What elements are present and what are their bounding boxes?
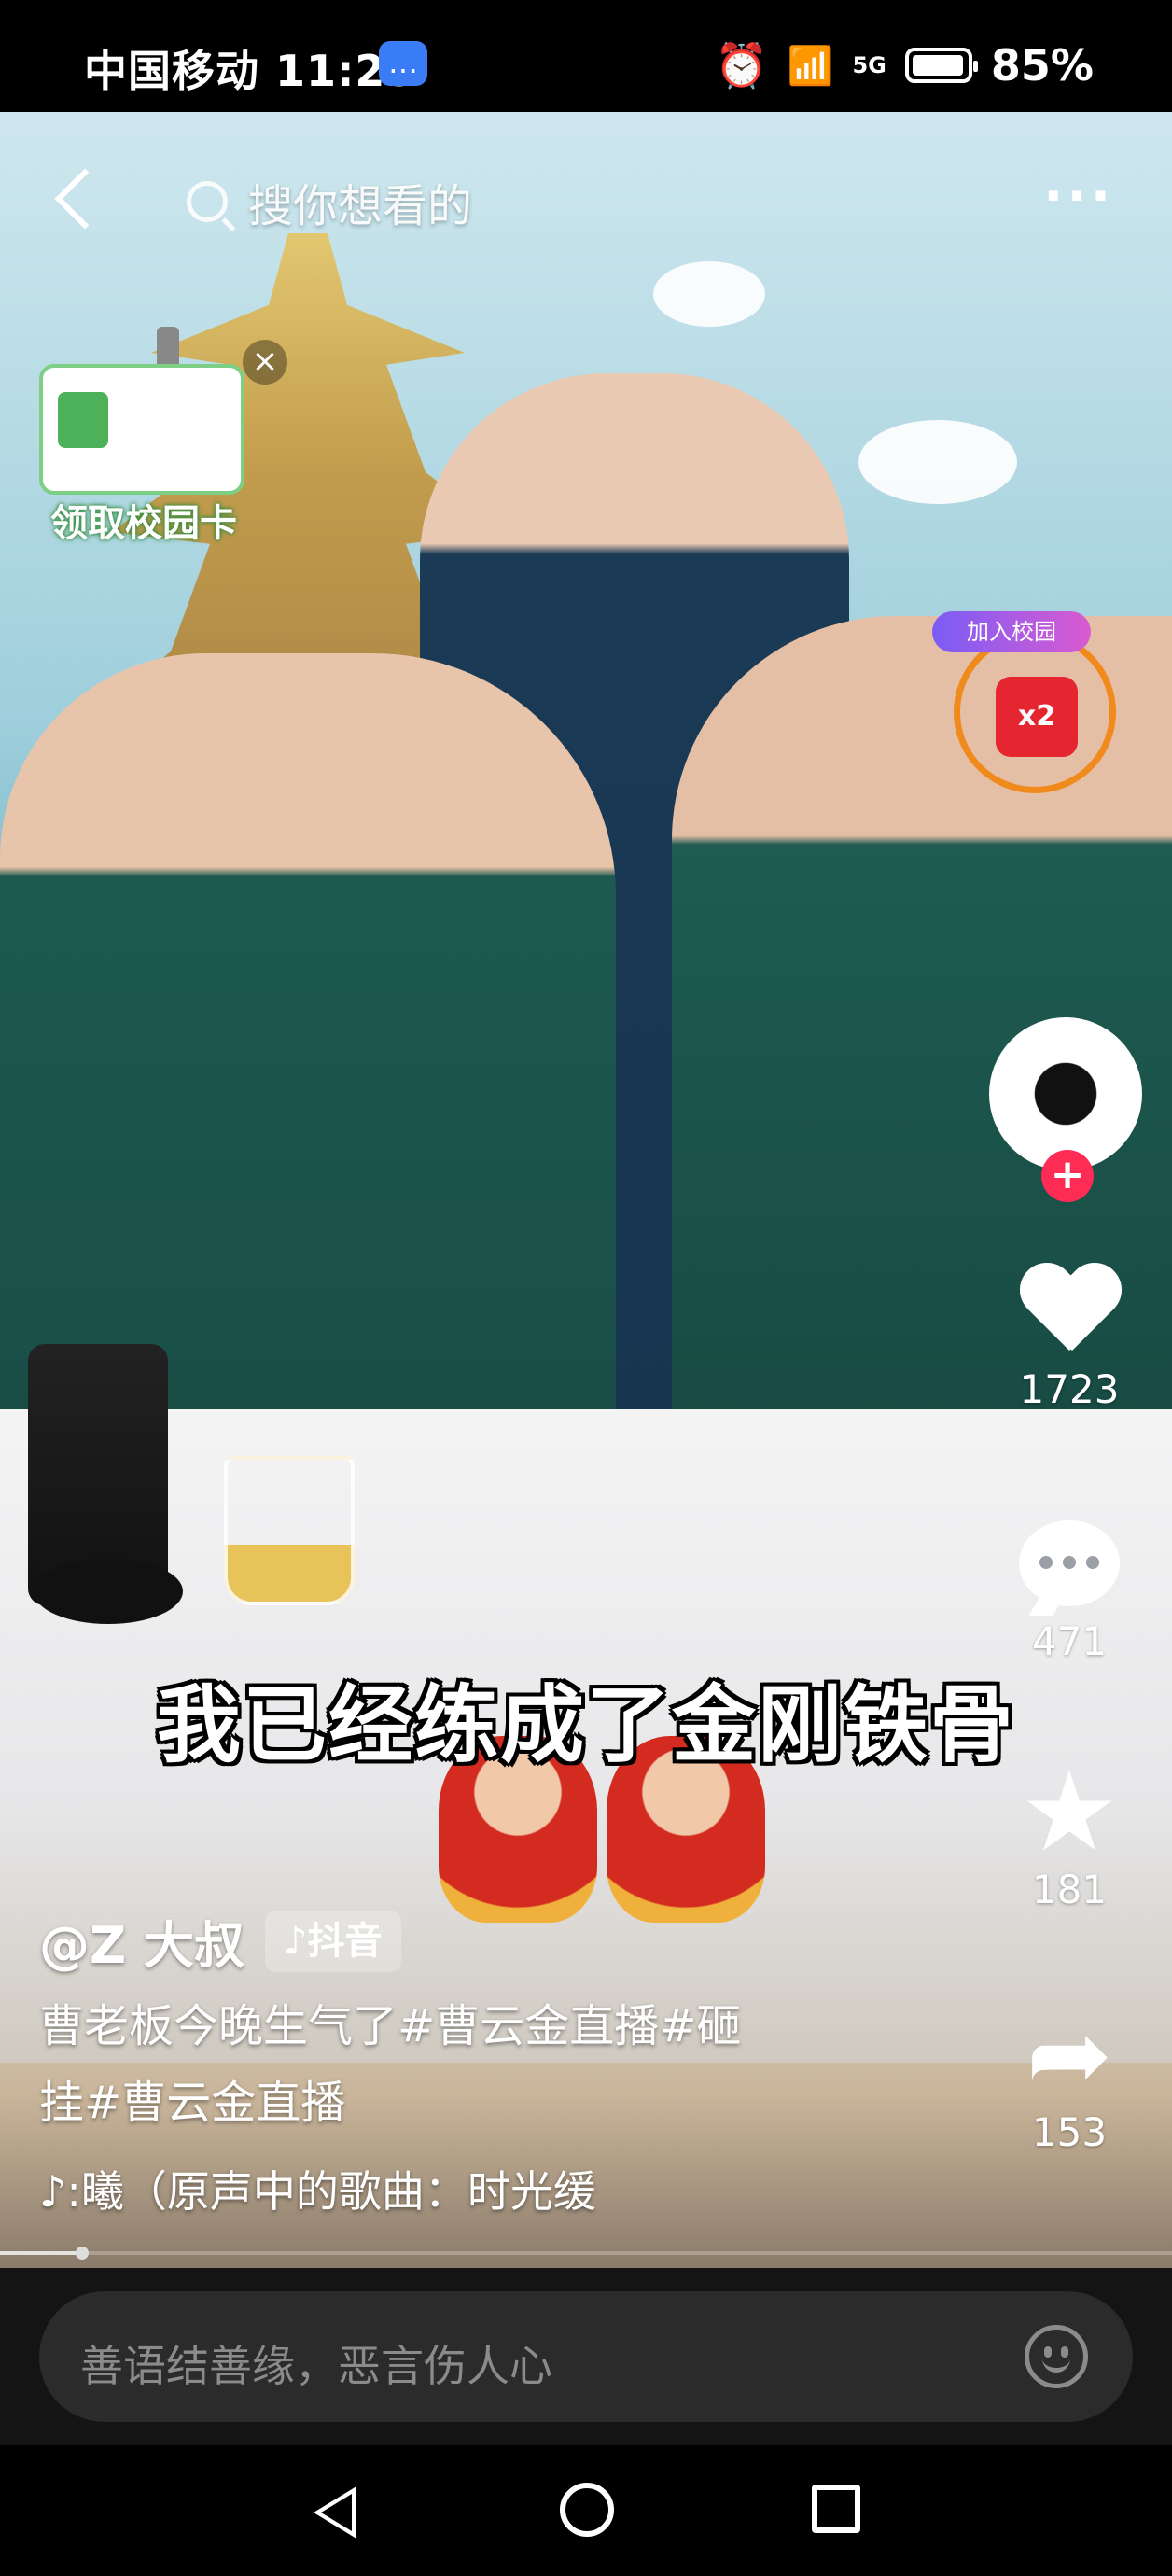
- carrier-time: 中国移动 11:25: [84, 46, 417, 96]
- share-count: 153: [1031, 2109, 1108, 2155]
- more-options-button[interactable]: ···: [1043, 171, 1114, 223]
- red-packet-icon: x2: [996, 677, 1078, 757]
- video-description[interactable]: 曹老板今晚生气了#曹云金直播#砸 挂#曹云金直播: [39, 1988, 842, 2141]
- comment-bar: 善语结善缘，恶言伤人心: [0, 2268, 1172, 2445]
- red-packet-tag: 加入校园: [932, 611, 1091, 652]
- glass-cup: [224, 1456, 355, 1605]
- system-navigation-bar: [0, 2445, 1172, 2576]
- nav-back-icon[interactable]: [314, 2486, 356, 2539]
- alarm-icon: ⏰: [715, 39, 769, 91]
- heart-icon: [1018, 1265, 1121, 1358]
- music-info[interactable]: ♪:曦（原声中的歌曲：时光缓: [39, 2158, 596, 2219]
- share-icon: ➦: [1026, 1995, 1113, 2114]
- comment-button[interactable]: 471: [1013, 1512, 1125, 1664]
- like-button[interactable]: 1723: [1013, 1260, 1125, 1412]
- campus-card-image: [39, 364, 244, 495]
- status-indicators: ⏰ 📶 5G 85%: [715, 37, 1094, 93]
- campus-card-label: 领取校园卡: [50, 502, 237, 545]
- search-placeholder: 搜你想看的: [248, 180, 473, 232]
- battery-icon: [904, 48, 978, 83]
- search-bar[interactable]: 搜你想看的: [187, 164, 472, 239]
- follow-button[interactable]: +: [1041, 1150, 1094, 1202]
- comment-icon: [1019, 1520, 1120, 1606]
- comment-input[interactable]: 善语结善缘，恶言伤人心: [39, 2291, 1133, 2422]
- crane-decoration: [858, 420, 1017, 504]
- back-button[interactable]: [49, 162, 114, 237]
- comment-placeholder: 善语结善缘，恶言伤人心: [80, 2341, 552, 2391]
- emoji-icon[interactable]: [1025, 2325, 1088, 2388]
- author-name[interactable]: @Z 大叔: [39, 1904, 244, 1978]
- douyin-tag: ♪抖音: [264, 1910, 401, 1972]
- red-packet-widget[interactable]: 加入校园 x2: [932, 611, 1116, 793]
- author-row: @Z 大叔 ♪抖音: [39, 1904, 401, 1978]
- nav-home-icon[interactable]: [560, 2483, 614, 2537]
- close-icon[interactable]: ×: [243, 340, 287, 385]
- message-notification-icon: …: [379, 41, 427, 86]
- video-progress-bar[interactable]: [0, 2247, 1172, 2260]
- battery-level: 85%: [990, 40, 1094, 91]
- description-line: 曹老板今晚生气了#曹云金直播#砸: [39, 2000, 742, 2052]
- author-avatar[interactable]: [989, 1017, 1142, 1170]
- progress-handle[interactable]: [75, 2247, 89, 2260]
- phone-stand-base: [34, 1559, 183, 1624]
- status-bar: 中国移动 11:25 … ⏰ 📶 5G 85%: [0, 0, 1172, 112]
- video-subtitle: 我已经练成了金刚铁骨: [157, 1676, 1015, 1774]
- like-count: 1723: [1019, 1366, 1120, 1412]
- share-button[interactable]: ➦ 153: [1013, 2003, 1125, 2155]
- favorite-button[interactable]: ★ 181: [1013, 1757, 1125, 1912]
- crane-decoration: [653, 261, 765, 327]
- wifi-icon: 📶: [787, 44, 834, 88]
- description-line: 挂#曹云金直播: [39, 2077, 346, 2129]
- search-icon: [187, 181, 228, 222]
- nav-recents-icon[interactable]: [812, 2485, 860, 2533]
- campus-card-widget[interactable]: × 领取校园卡: [22, 327, 287, 551]
- network-type: 5G: [852, 52, 886, 78]
- progress-fill: [0, 2251, 82, 2255]
